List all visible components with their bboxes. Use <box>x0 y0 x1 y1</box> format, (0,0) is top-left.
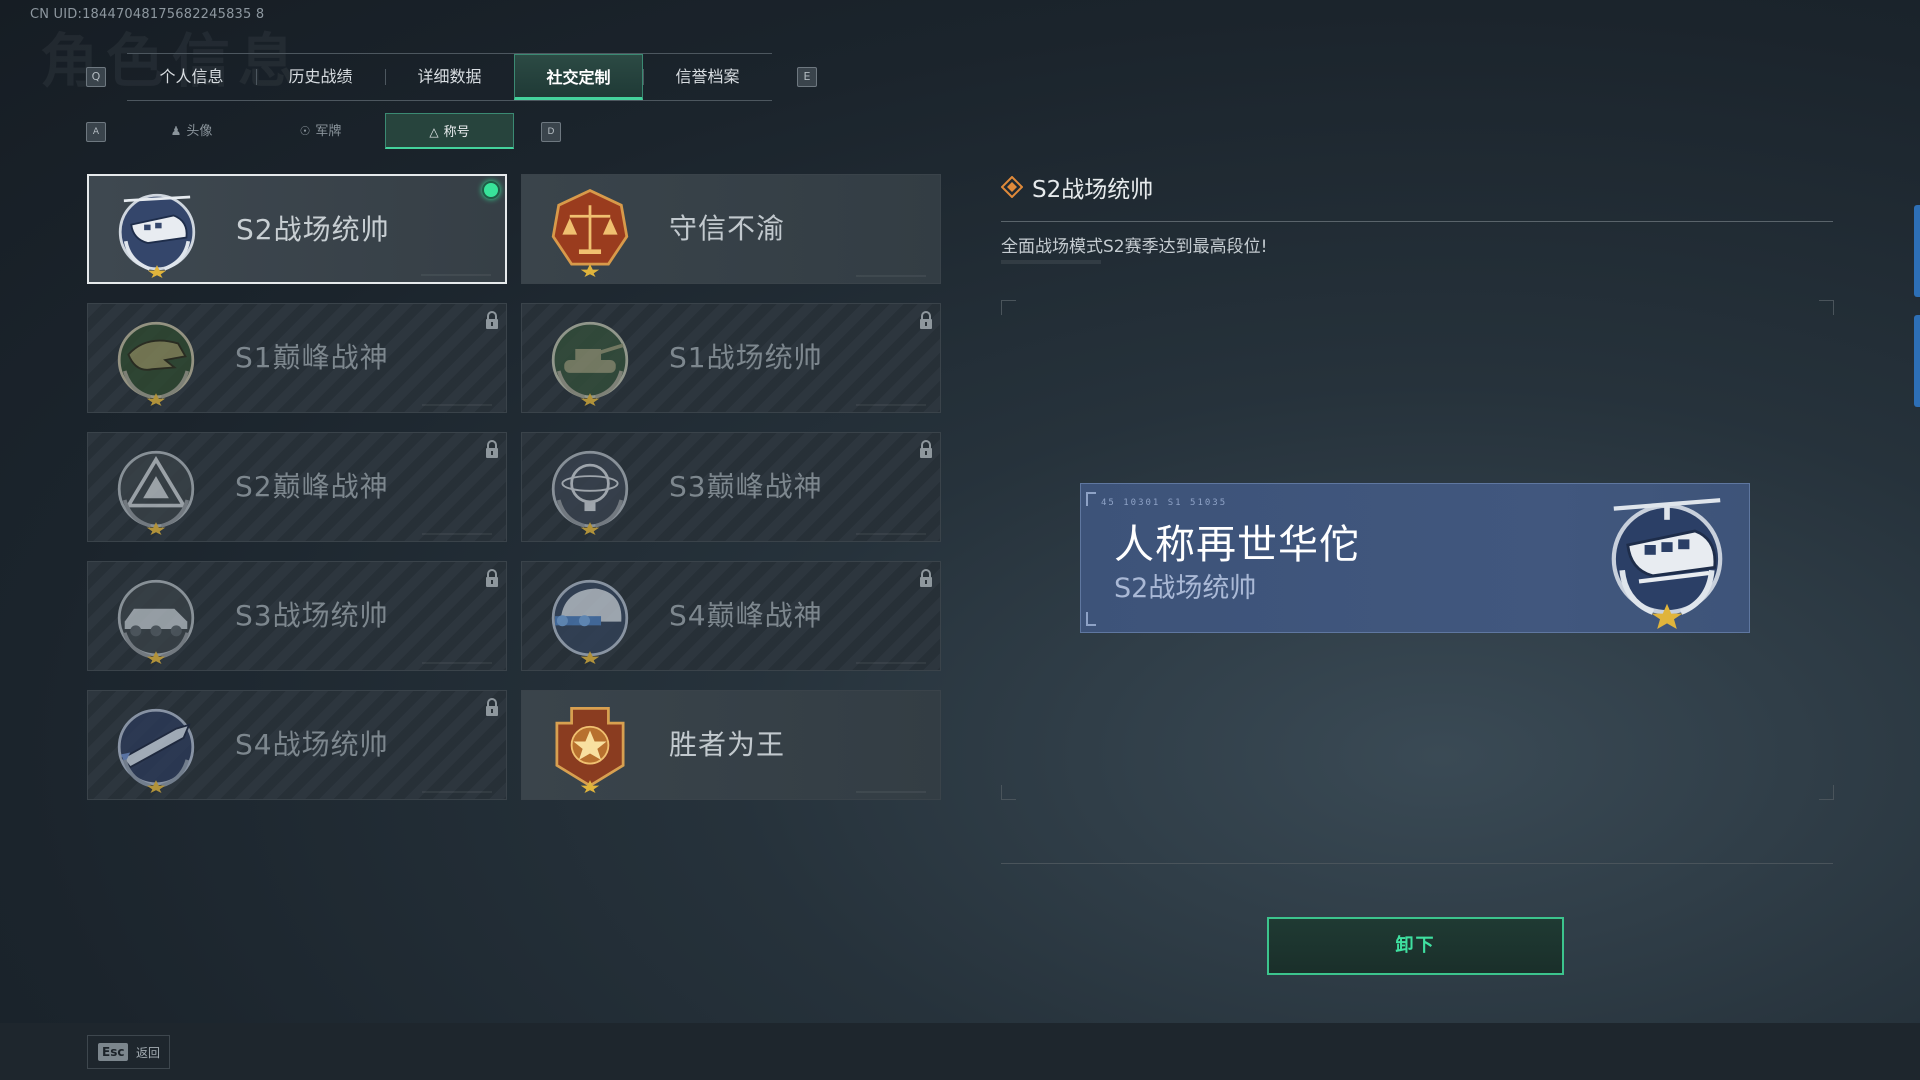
banner-corner <box>1086 492 1096 506</box>
title-card-name: S1巅峰战神 <box>235 341 389 374</box>
armored-car-medal-icon <box>117 579 195 664</box>
top-tab-bar: 个人信息 历史战绩 详细数据 社交定制 信誉档案 <box>127 53 772 101</box>
detail-title: S2战场统帅 <box>1032 177 1154 203</box>
banner-sub-title: S2战场统帅 <box>1114 573 1257 604</box>
banner-main-title: 人称再世华佗 <box>1114 522 1360 568</box>
detail-description: 全面战场模式S2赛季达到最高段位! <box>1001 237 1268 257</box>
user-uid: CN UID:18447048175682245835 8 <box>30 7 265 22</box>
pyramid-medal-icon <box>117 450 195 535</box>
footer-bar <box>0 1023 1920 1080</box>
frame-corner <box>1001 785 1016 800</box>
title-grid: S2战场统帅 守信不渝 S1巅峰战神 S1战场统帅 S2巅峰战神 S3巅峰战神 S3战场统帅… <box>87 174 941 800</box>
card-deco <box>856 275 926 277</box>
card-deco <box>856 404 926 406</box>
title-card[interactable]: S3巅峰战神 <box>521 432 941 542</box>
edge-scroll-indicator[interactable] <box>1914 205 1920 297</box>
back-label: 返回 <box>136 1046 161 1060</box>
frame-corner <box>1819 300 1834 315</box>
tank-medal-icon <box>551 321 629 406</box>
card-deco <box>421 274 491 276</box>
lock-icon <box>486 440 498 458</box>
lock-icon <box>920 311 932 329</box>
card-deco <box>422 791 492 793</box>
title-card[interactable]: S1巅峰战神 <box>87 303 507 413</box>
card-deco <box>856 662 926 664</box>
title-card[interactable]: 胜者为王 <box>521 690 941 800</box>
star-badge-medal-icon <box>555 706 625 793</box>
frame-corner <box>1001 300 1016 315</box>
title-card[interactable]: S2巅峰战神 <box>87 432 507 542</box>
title-card[interactable]: 守信不渝 <box>521 174 941 284</box>
helmet-medal-icon <box>551 579 629 664</box>
subtab-dogtag[interactable]: ☉ 军牌 <box>256 113 385 149</box>
prev-subtab-key-hint[interactable]: A <box>86 122 106 142</box>
title-card-name: S2巅峰战神 <box>235 470 389 503</box>
lock-icon <box>486 698 498 716</box>
lock-icon <box>486 569 498 587</box>
dogtag-icon: ☉ <box>299 124 311 138</box>
title-diamond-icon <box>1001 176 1023 198</box>
subtab-dogtag-label: 军牌 <box>315 124 342 139</box>
subtab-title[interactable]: △ 称号 <box>385 113 514 149</box>
detail-deco <box>1001 260 1101 264</box>
unequip-button[interactable]: 卸下 <box>1267 917 1564 975</box>
tab-personal-info[interactable]: 个人信息 <box>127 54 256 100</box>
helicopter-medal-icon <box>118 193 196 278</box>
next-tab-key-hint[interactable]: E <box>797 67 817 87</box>
title-card-name: 胜者为王 <box>669 728 786 761</box>
tab-history[interactable]: 历史战绩 <box>256 54 385 100</box>
equipped-indicator-icon <box>482 181 500 199</box>
title-card-name: S3战场统帅 <box>235 599 389 632</box>
banner-code: 45 10301 S1 51035 <box>1101 498 1228 508</box>
title-icon: △ <box>429 125 439 139</box>
subtab-avatar[interactable]: ♟ 头像 <box>127 113 256 149</box>
card-deco <box>856 533 926 535</box>
frame-corner <box>1819 785 1834 800</box>
lock-icon <box>486 311 498 329</box>
tab-social-customize[interactable]: 社交定制 <box>514 54 643 100</box>
detail-bottom-divider <box>1001 863 1833 864</box>
subtab-avatar-label: 头像 <box>186 124 213 139</box>
person-icon: ♟ <box>170 124 182 138</box>
lock-icon <box>920 569 932 587</box>
title-card-name: S2战场统帅 <box>236 213 390 246</box>
lock-icon <box>920 440 932 458</box>
subtab-title-label: 称号 <box>443 125 470 140</box>
title-card-name: S3巅峰战神 <box>669 470 823 503</box>
banner-corner <box>1086 612 1096 626</box>
card-deco <box>856 791 926 793</box>
sub-tab-bar: ♟ 头像 ☉ 军牌 △ 称号 <box>127 113 514 149</box>
back-button[interactable]: Esc 返回 <box>87 1035 170 1069</box>
esc-key-hint: Esc <box>98 1043 129 1061</box>
title-card-name: S1战场统帅 <box>669 341 823 374</box>
missile-medal-icon <box>117 708 195 793</box>
title-card[interactable]: S2战场统帅 <box>87 174 507 284</box>
card-deco <box>422 533 492 535</box>
title-card-name: S4巅峰战神 <box>669 599 823 632</box>
title-card[interactable]: S4战场统帅 <box>87 690 507 800</box>
title-card-name: S4战场统帅 <box>235 728 389 761</box>
title-card[interactable]: S4巅峰战神 <box>521 561 941 671</box>
tab-detailed-data[interactable]: 详细数据 <box>385 54 514 100</box>
next-subtab-key-hint[interactable]: D <box>541 122 561 142</box>
tab-reputation[interactable]: 信誉档案 <box>643 54 772 100</box>
card-deco <box>422 404 492 406</box>
card-deco <box>422 662 492 664</box>
detail-divider <box>1001 221 1833 222</box>
title-card[interactable]: S1战场统帅 <box>521 303 941 413</box>
title-card-name: 守信不渝 <box>669 212 786 245</box>
crocodile-medal-icon <box>117 321 195 406</box>
title-preview-banner: 45 10301 S1 51035 人称再世华佗 S2战场统帅 <box>1080 483 1750 633</box>
helicopter-medal-icon <box>1611 498 1723 629</box>
globe-medal-icon <box>551 450 629 535</box>
edge-scroll-indicator[interactable] <box>1914 315 1920 407</box>
title-card[interactable]: S3战场统帅 <box>87 561 507 671</box>
scales-medal-icon <box>551 188 629 277</box>
prev-tab-key-hint[interactable]: Q <box>86 67 106 87</box>
